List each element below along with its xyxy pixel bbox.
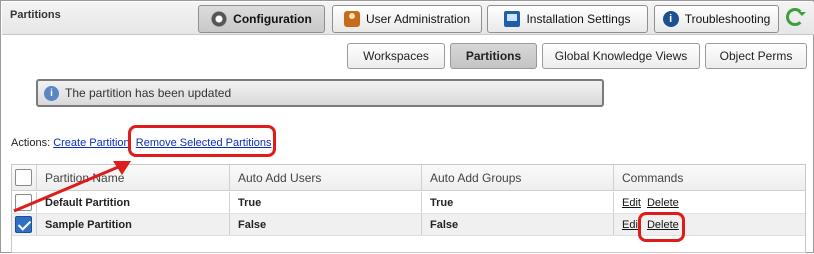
row-select-cell xyxy=(12,192,37,213)
tab-partitions-label: Partitions xyxy=(465,49,522,63)
configuration-button[interactable]: Configuration xyxy=(198,5,325,33)
header-partition-name[interactable]: Partition Name xyxy=(37,165,230,190)
auto-add-groups-value: False xyxy=(422,214,614,235)
gear-icon xyxy=(211,11,228,27)
edit-link[interactable]: Edit xyxy=(622,219,641,231)
partition-name: Sample Partition xyxy=(37,214,230,235)
delete-link[interactable]: Delete xyxy=(647,219,679,231)
commands-cell: Edit Delete xyxy=(614,214,805,235)
tab-object-perms-label: Object Perms xyxy=(719,49,793,63)
create-partition-link[interactable]: Create Partition xyxy=(53,137,129,149)
installation-settings-button[interactable]: Installation Settings xyxy=(487,5,648,33)
table-row: Default Partition True True Edit Delete xyxy=(12,192,805,214)
installation-settings-label: Installation Settings xyxy=(526,12,631,26)
refresh-icon[interactable] xyxy=(786,8,806,26)
row-select-cell xyxy=(12,214,37,235)
installation-icon xyxy=(504,11,521,27)
troubleshooting-button[interactable]: i Troubleshooting xyxy=(654,5,779,33)
header-auto-add-users[interactable]: Auto Add Users xyxy=(230,165,422,190)
configuration-label: Configuration xyxy=(233,12,312,26)
remove-selected-partitions-link[interactable]: Remove Selected Partitions xyxy=(136,137,272,149)
tab-workspaces[interactable]: Workspaces xyxy=(347,43,445,69)
header-commands: Commands xyxy=(622,170,684,185)
edit-link[interactable]: Edit xyxy=(622,197,641,209)
tab-partitions[interactable]: Partitions xyxy=(450,43,537,69)
tab-global-knowledge-views[interactable]: Global Knowledge Views xyxy=(542,43,700,69)
actions-label: Actions: xyxy=(11,137,51,149)
table-row: Sample Partition False False Edit Delete xyxy=(12,214,805,236)
notice-text: The partition has been updated xyxy=(65,86,232,100)
auto-add-users-value: True xyxy=(230,192,422,213)
actions-bar: Actions: Create Partition Remove Selecte… xyxy=(11,137,272,149)
row-checkbox[interactable] xyxy=(15,194,32,211)
commands-cell: Edit Delete xyxy=(614,192,805,213)
table-header-row: Partition Name Auto Add Users Auto Add G… xyxy=(12,165,805,191)
partitions-table: Partition Name Auto Add Users Auto Add G… xyxy=(11,164,806,253)
info-icon: i xyxy=(44,85,59,101)
user-administration-button[interactable]: User Administration xyxy=(332,5,482,33)
header-auto-add-groups[interactable]: Auto Add Groups xyxy=(422,165,614,190)
tab-workspaces-label: Workspaces xyxy=(363,49,429,63)
partition-name: Default Partition xyxy=(37,192,230,213)
info-icon: i xyxy=(662,11,679,27)
select-all-checkbox[interactable] xyxy=(15,169,32,186)
row-checkbox-checked[interactable] xyxy=(15,216,32,233)
tab-object-perms[interactable]: Object Perms xyxy=(705,43,807,69)
app-window: Partitions Configuration User Administra… xyxy=(0,0,814,253)
troubleshooting-label: Troubleshooting xyxy=(684,12,771,26)
tab-global-knowledge-views-label: Global Knowledge Views xyxy=(554,49,688,63)
auto-add-groups-value: True xyxy=(422,192,614,213)
status-notice: i The partition has been updated xyxy=(36,79,604,107)
user-administration-label: User Administration xyxy=(365,12,471,26)
auto-add-users-value: False xyxy=(230,214,422,235)
page-title: Partitions xyxy=(10,9,61,21)
user-icon xyxy=(343,11,360,27)
header-select-cell xyxy=(12,165,37,190)
delete-link[interactable]: Delete xyxy=(647,197,679,209)
